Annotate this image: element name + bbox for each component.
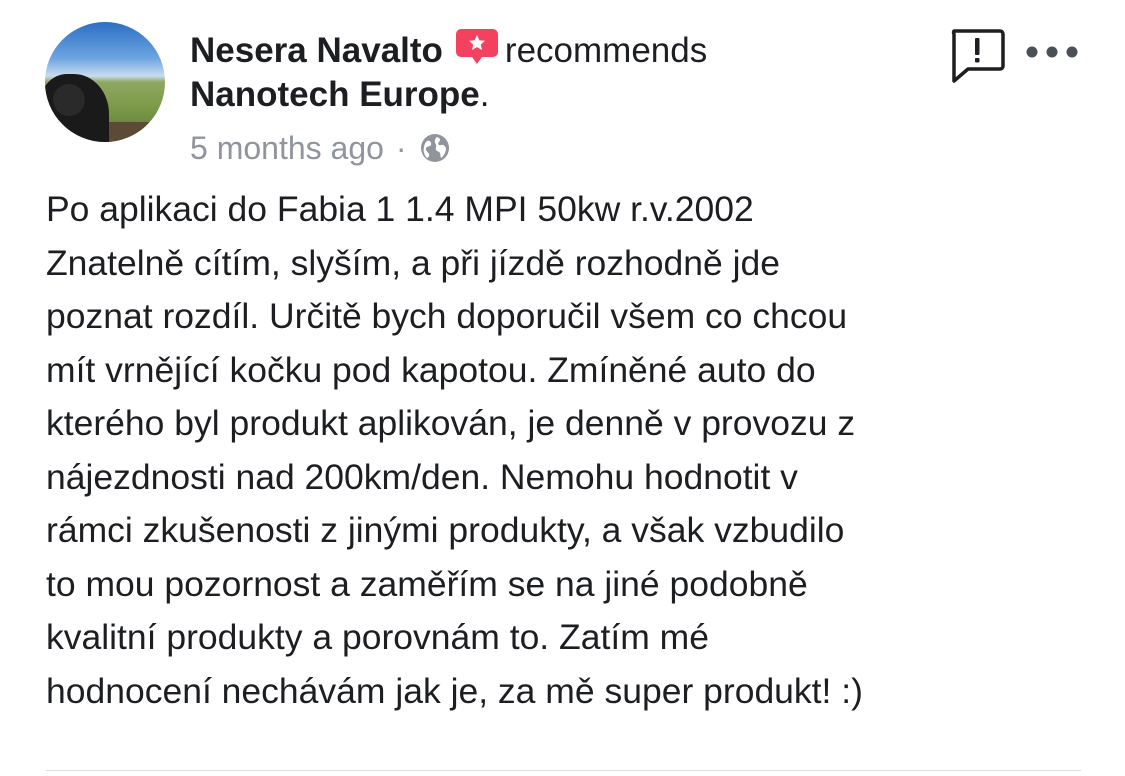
post-body-line: Znatelně cítím, slyším, a při jízdě rozh…: [46, 242, 780, 283]
post-body-line: poznat rozdíl. Určitě bych doporučil vše…: [46, 296, 848, 336]
post-body-line: kvalitní produkty a porovnám to. Zatím m…: [46, 617, 709, 657]
author-name[interactable]: Nesera Navalto: [190, 30, 443, 72]
page-line: Nanotech Europe.: [190, 74, 490, 116]
page-suffix: .: [479, 75, 490, 114]
timestamp[interactable]: 5 months ago: [190, 128, 384, 168]
meta-separator: ·: [395, 130, 407, 166]
post-body-line: Po aplikaci do Fabia 1 1.4 MPI 50kw r.v.…: [46, 189, 754, 229]
post-body-line: mít vrnějící kočku pod kapotou. Zmíněné …: [46, 349, 816, 390]
action-text: recommends: [504, 31, 708, 70]
post-header: Nesera Navalto recommends: [190, 27, 708, 72]
post-body-line: hodnocení nechávám jak je, za mě super p…: [46, 670, 863, 711]
post-body-text: Po aplikaci do Fabia 1 1.4 MPI 50kw r.v.…: [46, 183, 1086, 718]
post-body-line: to mou pozornost a zaměřím se na jiné po…: [46, 563, 808, 604]
more-options-icon[interactable]: [1024, 40, 1080, 64]
post-body-line: nájezdnosti nad 200km/den. Nemohu hodnot…: [46, 456, 798, 497]
avatar-ground: [105, 122, 165, 142]
page-name-link[interactable]: Nanotech Europe: [190, 75, 480, 114]
globe-icon: [419, 132, 451, 164]
report-icon[interactable]: [948, 28, 1006, 84]
post-body-line: kterého byl produkt aplikován, je denně …: [46, 403, 856, 443]
divider: [46, 770, 1081, 771]
avatar[interactable]: [45, 22, 165, 142]
post-meta: 5 months ago ·: [190, 128, 451, 168]
avatar-head: [53, 84, 85, 116]
review-post: Nesera Navalto recommends Nanotech Europ…: [0, 0, 1125, 776]
post-body-line: rámci zkušenosti z jinými produkty, a vš…: [46, 510, 845, 550]
recommend-badge-icon: [455, 27, 499, 67]
